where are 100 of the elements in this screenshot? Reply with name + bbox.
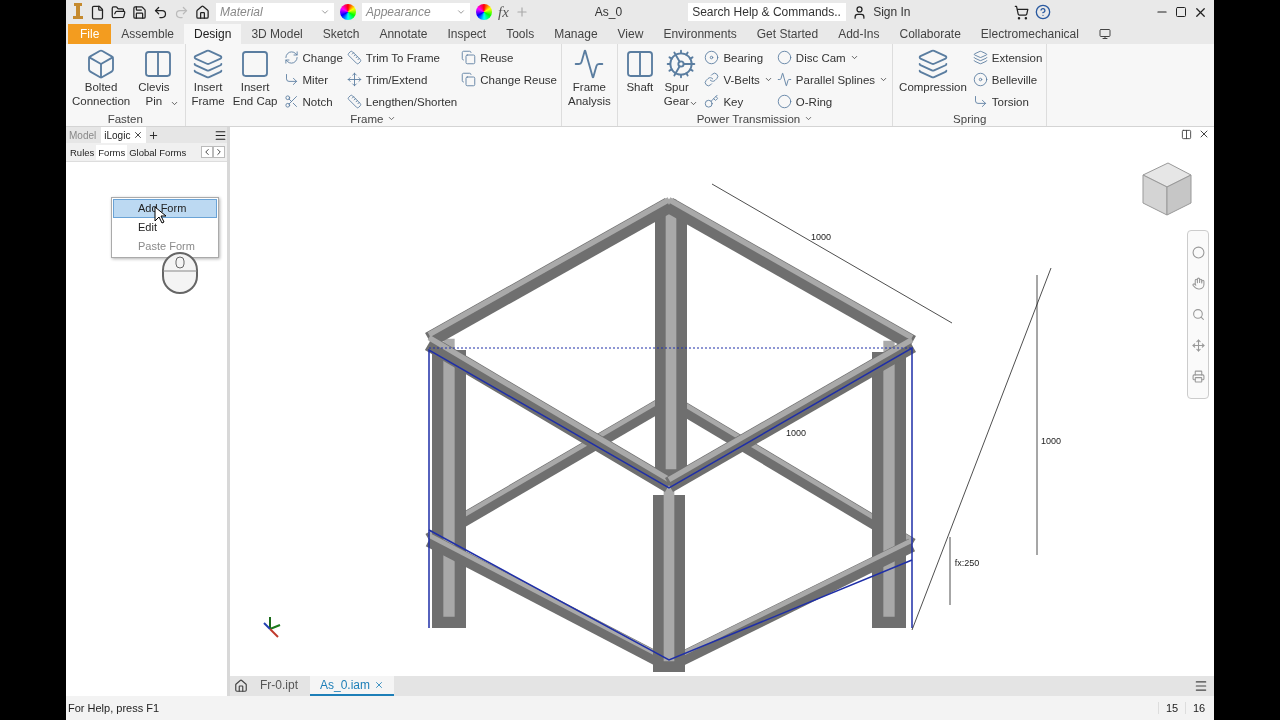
disc-icon [704, 50, 720, 65]
undo-icon[interactable] [153, 4, 168, 20]
key-icon [704, 94, 720, 109]
ribbon-button[interactable]: O-Ring [776, 92, 889, 111]
chevron-left-icon [202, 147, 212, 157]
ribbon-tab[interactable]: Manage [544, 24, 608, 44]
menu-item[interactable]: Edit [113, 218, 217, 237]
user-icon[interactable] [852, 4, 868, 20]
ribbon-tab[interactable]: Annotate [369, 24, 438, 44]
ribbon-button[interactable]: Lengthen/Shorten [346, 92, 458, 111]
document-tab[interactable]: As_0.iam [310, 676, 395, 696]
ribbon-button[interactable]: Extension [972, 48, 1043, 67]
ribbon-button[interactable]: Shaft [621, 46, 658, 111]
layers-icon [972, 50, 988, 65]
ribbon-tab[interactable]: Design [184, 24, 242, 44]
panel-tab[interactable]: Rules [68, 144, 97, 160]
appearance-dropdown[interactable]: Appearance [362, 3, 470, 21]
ribbon-button[interactable]: Parallel Splines [776, 70, 889, 89]
color-wheel-icon[interactable] [476, 4, 492, 20]
ruler-icon [346, 94, 362, 109]
ribbon-button[interactable]: Clevis Pin [136, 46, 181, 111]
cart-icon[interactable] [1014, 4, 1030, 20]
ribbon-button[interactable]: Compression [897, 46, 969, 111]
panel-tab[interactable]: Global Forms [127, 144, 189, 160]
parameters-button[interactable]: fx [498, 3, 509, 21]
gear-icon [665, 48, 698, 80]
ribbon-tab[interactable]: View [607, 24, 654, 44]
group-label: Power Transmission [696, 112, 801, 125]
ribbon-button[interactable]: Disc Cam [776, 48, 889, 67]
ribbon-button[interactable]: Bolted Connection [70, 46, 133, 111]
ribbon-tab[interactable]: Electromechanical [970, 24, 1089, 44]
ribbon-button[interactable]: Trim/Extend [346, 70, 458, 89]
help-icon[interactable] [1035, 4, 1052, 20]
ribbon-button[interactable]: Frame Analysis [566, 46, 613, 111]
ribbon-button[interactable]: Reuse [461, 48, 557, 67]
copy-icon [461, 72, 477, 87]
close-icon[interactable] [1198, 128, 1210, 140]
ribbon-tab[interactable]: Collaborate [889, 24, 971, 44]
caret-icon [320, 7, 330, 17]
ribbon-button[interactable]: Insert Frame [189, 46, 227, 111]
pulse-icon [573, 48, 606, 80]
scroll-left-button[interactable] [201, 146, 213, 158]
ribbon-button[interactable]: Belleville [972, 70, 1043, 89]
ribbon-tab[interactable]: Inspect [437, 24, 497, 44]
ribbon-button[interactable]: Key [704, 92, 773, 111]
caret-icon [387, 114, 397, 123]
caret-icon [804, 114, 814, 123]
caret-icon [879, 75, 889, 84]
ribbon-button[interactable]: Miter [283, 70, 343, 89]
document-tab[interactable]: Fr-0.ipt [250, 676, 308, 696]
ribbon-tab[interactable]: Get Started [746, 24, 829, 44]
color-wheel-icon[interactable] [340, 4, 356, 20]
status-value: 15 [1158, 702, 1185, 714]
sign-in-button[interactable]: Sign In [873, 5, 911, 19]
ribbon-tab[interactable]: Assemble [111, 24, 185, 44]
window-split-icon[interactable] [1181, 129, 1192, 140]
ribbon-tab[interactable]: Environments [653, 24, 747, 44]
status-value: 16 [1185, 702, 1212, 714]
ribbon-button[interactable]: Insert End Cap [230, 46, 280, 111]
circle-icon [776, 94, 792, 109]
ribbon-tab[interactable]: Sketch [312, 24, 370, 44]
save-icon[interactable] [132, 4, 147, 20]
new-file-icon[interactable] [90, 4, 105, 20]
ruler-icon [346, 50, 362, 65]
menu-icon[interactable] [214, 128, 227, 142]
ribbon-tab[interactable]: Tools [496, 24, 545, 44]
group-label: Spring [953, 112, 987, 125]
circle-icon [776, 50, 792, 65]
ribbon-button[interactable]: Bearing [704, 48, 773, 67]
panel-tab[interactable]: Forms [96, 144, 128, 160]
scroll-right-button[interactable] [213, 146, 225, 158]
move-icon [346, 72, 362, 87]
chevron-right-icon [214, 147, 224, 157]
home-icon[interactable] [234, 679, 248, 693]
ribbon-button[interactable]: Notch [283, 92, 343, 111]
browser-tab[interactable]: iLogic [101, 127, 147, 143]
move-icon[interactable] [1191, 339, 1205, 352]
display-icon[interactable] [1098, 28, 1111, 40]
add-tab-icon[interactable] [148, 129, 160, 141]
ribbon-tab[interactable]: Add-Ins [828, 24, 890, 44]
search-field[interactable]: Search Help & Commands... [688, 3, 847, 21]
ribbon-button[interactable]: Torsion [972, 92, 1043, 111]
ribbon-button[interactable]: Change Reuse [461, 70, 557, 89]
pan-icon[interactable] [1191, 277, 1205, 290]
printer-icon[interactable] [1191, 370, 1205, 383]
ribbon-button[interactable]: Change [283, 48, 343, 67]
ribbon-button[interactable]: Spur Gear [661, 46, 701, 111]
caret-icon [689, 99, 699, 108]
ribbon-button[interactable]: V-Belts [704, 70, 773, 89]
open-folder-icon[interactable] [111, 4, 126, 20]
dimension-label: 1000 [811, 232, 831, 242]
maximize-icon[interactable] [1175, 6, 1187, 18]
home-icon[interactable] [195, 4, 210, 20]
ribbon-tab[interactable]: 3D Model [241, 24, 313, 44]
ribbon-button[interactable]: Trim To Frame [346, 48, 458, 67]
zoom-icon[interactable] [1191, 308, 1205, 321]
orbit-icon[interactable] [1191, 246, 1205, 259]
close-icon[interactable] [133, 130, 144, 140]
material-dropdown[interactable]: Material [216, 3, 334, 21]
scissors-icon [283, 94, 299, 109]
